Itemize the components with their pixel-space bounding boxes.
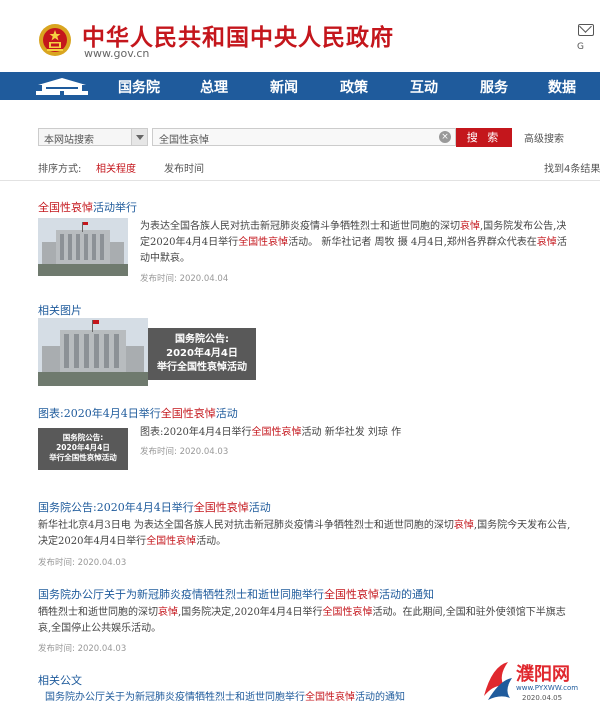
mail-icon[interactable]	[578, 24, 594, 36]
search-button[interactable]: 搜 索	[456, 128, 512, 147]
building-photo-icon	[38, 318, 148, 386]
search-scope-value: 本网站搜索	[44, 135, 94, 146]
card-line: 举行全国性哀悼活动	[49, 453, 117, 462]
snippet-text: ,国务院决定,2020年4月4日举行	[178, 607, 323, 618]
result-snippet: 为表达全国各族人民对抗击新冠肺炎疫情斗争牺牲烈士和逝世同胞的深切哀悼,国务院发布…	[140, 219, 574, 267]
site-header: 中华人民共和国中央人民政府 www.gov.cn G	[0, 0, 600, 72]
snippet-highlight: 哀悼	[453, 520, 474, 531]
result-title-suffix: 活动	[215, 407, 238, 420]
nav-item-policy[interactable]: 政策	[340, 77, 368, 97]
result-title-prefix: 国务院办公厅关于为新冠肺炎疫情牺牲烈士和逝世同胞举行	[38, 588, 324, 601]
snippet-text: 活动。 新华社记者 周牧 摄 4月4日,郑州各界群众代表在	[288, 237, 537, 248]
main-nav: 国务院 总理 新闻 政策 互动 服务 数据	[0, 72, 600, 100]
related-image-building[interactable]	[38, 318, 148, 386]
related-images-label: 相关图片	[38, 304, 82, 317]
snippet-highlight: 全国性哀悼	[146, 536, 197, 547]
result-snippet: 牺牲烈士和逝世同胞的深切哀悼,国务院决定,2020年4月4日举行全国性哀悼活动。…	[38, 605, 574, 637]
related-image-announcement[interactable]: 国务院公告: 2020年4月4日 举行全国性哀悼活动	[148, 328, 256, 380]
tiananmen-logo-icon[interactable]	[34, 75, 90, 97]
result-title[interactable]: 国务院办公厅关于为新冠肺炎疫情牺牲烈士和逝世同胞举行全国性哀悼活动的通知	[38, 586, 434, 602]
result-date: 发布时间: 2020.04.03	[140, 447, 229, 457]
snippet-text: 活动。	[196, 536, 227, 547]
site-url[interactable]: www.gov.cn	[84, 47, 149, 60]
sort-option-date[interactable]: 发布时间	[164, 160, 204, 175]
national-emblem-icon[interactable]	[38, 22, 72, 58]
divider	[0, 180, 600, 181]
result-title-suffix: 活动的通知	[379, 588, 434, 601]
result-title-prefix: 图表:2020年4月4日举行	[38, 407, 161, 420]
result-title-highlight: 全国性哀悼	[324, 588, 379, 601]
result-title-highlight: 全国性哀悼	[193, 501, 249, 514]
search-input[interactable]: 全国性哀悼	[152, 128, 456, 146]
result-title-suffix: 活动	[248, 501, 271, 514]
result-title[interactable]: 图表:2020年4月4日举行全国性哀悼活动	[38, 405, 238, 421]
card-line: 举行全国性哀悼活动	[157, 362, 247, 373]
nav-item-data[interactable]: 数据	[548, 77, 576, 97]
result-title-suffix: 活动举行	[93, 201, 137, 214]
related-doc-highlight: 全国性哀悼	[305, 692, 355, 703]
result-thumbnail[interactable]: 国务院公告: 2020年4月4日 举行全国性哀悼活动	[38, 428, 128, 470]
related-doc-link[interactable]: 国务院办公厅关于为新冠肺炎疫情牺牲烈士和逝世同胞举行全国性哀悼活动的通知	[45, 688, 405, 703]
nav-item-interaction[interactable]: 互动	[410, 77, 438, 97]
result-title-highlight: 全国性哀悼	[38, 201, 93, 214]
card-line: 国务院公告:	[175, 334, 229, 345]
result-date: 发布时间: 2020.04.04	[140, 274, 229, 284]
snippet-highlight: 全国性哀悼	[322, 607, 373, 618]
watermark-date: 2020.04.05	[522, 694, 563, 702]
result-title-highlight: 全国性哀悼	[160, 407, 216, 420]
result-date: 发布时间: 2020.04.03	[38, 558, 127, 568]
snippet-text: 牺牲烈士和逝世同胞的深切	[38, 607, 158, 618]
snippet-highlight: 全国性哀悼	[238, 237, 289, 248]
snippet-text: 为表达全国各族人民对抗击新冠肺炎疫情斗争牺牲烈士和逝世同胞的深切	[140, 221, 460, 232]
sort-option-relevance[interactable]: 相关程度	[96, 160, 136, 175]
nav-item-news[interactable]: 新闻	[270, 77, 298, 97]
clear-icon[interactable]: ×	[439, 131, 451, 143]
building-photo-icon	[38, 218, 128, 276]
search-scope-select[interactable]: 本网站搜索	[38, 128, 148, 146]
result-thumbnail[interactable]	[38, 218, 128, 276]
nav-item-state-council[interactable]: 国务院	[118, 77, 160, 97]
result-count: 找到4条结果	[544, 164, 600, 175]
snippet-text: 活动 新华社发 刘琼 作	[301, 427, 402, 438]
snippet-text: 图表:2020年4月4日举行	[140, 427, 252, 438]
snippet-highlight: 全国性哀悼	[251, 427, 302, 438]
result-snippet: 新华社北京4月3日电 为表达全国各族人民对抗击新冠肺炎疫情斗争牺牲烈士和逝世同胞…	[38, 518, 574, 550]
result-title[interactable]: 国务院公告:2020年4月4日举行全国性哀悼活动	[38, 499, 271, 515]
header-extra-label[interactable]: G	[577, 42, 584, 52]
snippet-text: 新华社北京4月3日电 为表达全国各族人民对抗击新冠肺炎疫情斗争牺牲烈士和逝世同胞…	[38, 520, 454, 531]
chevron-down-icon[interactable]	[131, 129, 147, 145]
nav-item-premier[interactable]: 总理	[200, 77, 228, 97]
snippet-highlight: 哀悼	[158, 607, 178, 618]
related-docs-label: 相关公文	[38, 674, 82, 687]
sort-label: 排序方式:	[38, 164, 82, 175]
card-line: 国务院公告:	[62, 433, 104, 442]
card-line: 2020年4月4日	[56, 443, 110, 452]
snippet-highlight: 哀悼	[536, 237, 557, 248]
result-title-prefix: 国务院公告:2020年4月4日举行	[38, 501, 194, 514]
watermark-name: 濮阳网	[516, 664, 570, 685]
result-title[interactable]: 全国性哀悼活动举行	[38, 199, 137, 215]
watermark-url: www.PYXWW.com	[516, 684, 579, 692]
snippet-highlight: 哀悼	[460, 221, 480, 232]
advanced-search-link[interactable]: 高级搜索	[524, 130, 564, 145]
result-snippet: 图表:2020年4月4日举行全国性哀悼活动 新华社发 刘琼 作	[140, 425, 574, 441]
result-date: 发布时间: 2020.04.03	[38, 644, 127, 654]
nav-item-service[interactable]: 服务	[480, 77, 508, 97]
related-doc-prefix: 国务院办公厅关于为新冠肺炎疫情牺牲烈士和逝世同胞举行	[45, 692, 305, 703]
card-line: 2020年4月4日	[166, 348, 238, 359]
related-doc-suffix: 活动的通知	[355, 692, 405, 703]
